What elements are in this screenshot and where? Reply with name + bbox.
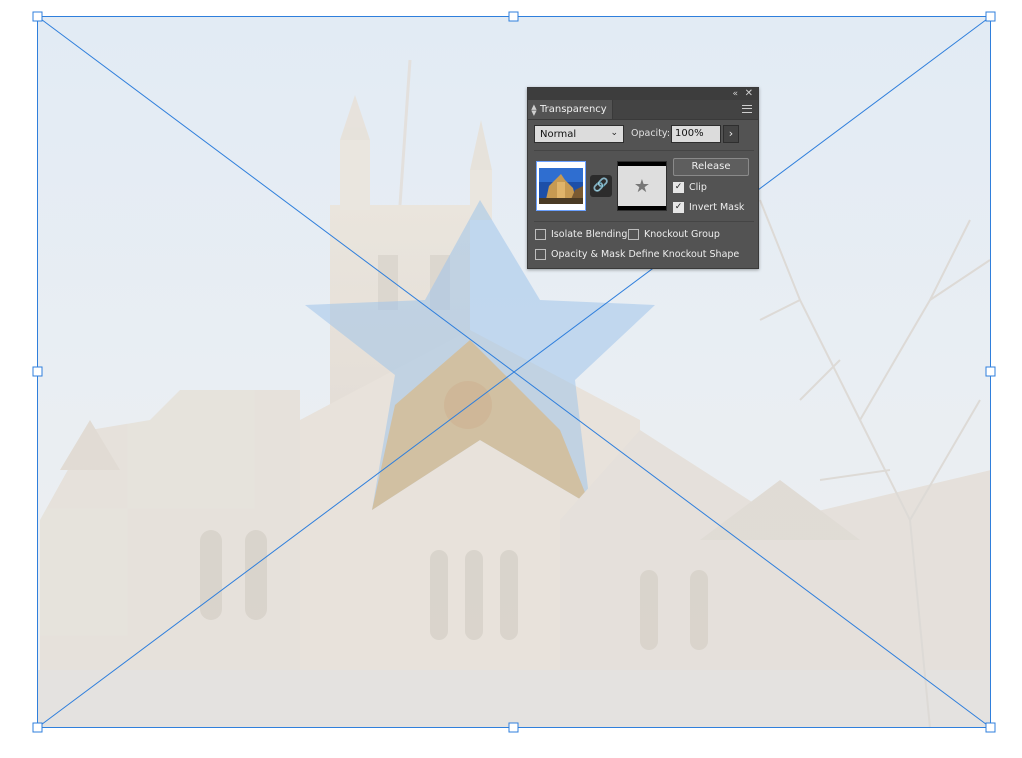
divider <box>534 221 754 222</box>
isolate-blending-option[interactable]: Isolate Blending <box>535 229 627 240</box>
handle-top-left <box>32 11 43 22</box>
document-canvas[interactable] <box>0 0 1022 758</box>
opacity-mask-knockout-option[interactable]: Opacity & Mask Define Knockout Shape <box>535 249 739 260</box>
clip-label: Clip <box>689 182 707 193</box>
release-button[interactable]: Release <box>673 158 749 176</box>
blend-mode-value: Normal <box>540 128 577 140</box>
opacity-mask-knockout-label: Opacity & Mask Define Knockout Shape <box>551 249 740 260</box>
close-icon[interactable]: ✕ <box>745 88 753 100</box>
tab-transparency[interactable]: ▲ ▼ Transparency <box>528 100 613 119</box>
opacity-slider-button[interactable]: › <box>723 125 739 143</box>
collapse-icon[interactable]: « <box>732 88 738 100</box>
knockout-group-label: Knockout Group <box>644 229 720 240</box>
blend-mode-select[interactable]: Normal ⌄ <box>534 125 624 143</box>
panel-titlebar[interactable]: « ✕ <box>528 88 758 100</box>
handle-middle-left <box>32 366 43 377</box>
knockout-group-option[interactable]: Knockout Group <box>628 229 720 240</box>
handle-top-right <box>985 11 996 22</box>
isolate-blending-checkbox[interactable] <box>535 229 546 240</box>
isolate-blending-label: Isolate Blending <box>551 229 628 240</box>
blend-opacity-row: Normal ⌄ Opacity: 100% › <box>534 125 754 143</box>
knockout-group-checkbox[interactable] <box>628 229 639 240</box>
opacity-mask-thumbnail[interactable]: ★ <box>617 161 667 211</box>
handle-bottom-center <box>508 722 519 733</box>
link-mask-icon[interactable]: 🔗 <box>590 175 612 197</box>
clip-option[interactable]: ✓ Clip <box>673 182 707 193</box>
invert-mask-checkbox[interactable]: ✓ <box>673 202 684 213</box>
tab-expand-icon[interactable]: ▲ ▼ <box>528 103 540 116</box>
opacity-mask-knockout-checkbox[interactable] <box>535 249 546 260</box>
photo-thumbnail-image <box>539 168 583 204</box>
artwork <box>32 11 996 733</box>
invert-mask-label: Invert Mask <box>689 202 745 213</box>
tab-label: Transparency <box>540 104 607 115</box>
clip-checkbox[interactable]: ✓ <box>673 182 684 193</box>
panel-tab-row: ▲ ▼ Transparency <box>528 100 758 120</box>
handle-bottom-left <box>32 722 43 733</box>
invert-mask-option[interactable]: ✓ Invert Mask <box>673 202 744 213</box>
star-icon: ★ <box>618 166 666 206</box>
panel-menu-icon[interactable] <box>742 105 752 113</box>
transparency-panel: « ✕ ▲ ▼ Transparency Normal ⌄ Opacity: 10… <box>527 87 759 269</box>
chevron-down-icon: ⌄ <box>610 128 618 138</box>
handle-top-center <box>508 11 519 22</box>
handle-bottom-right <box>985 722 996 733</box>
opacity-input[interactable]: 100% <box>671 125 721 143</box>
handle-middle-right <box>985 366 996 377</box>
divider <box>534 150 754 151</box>
opacity-label: Opacity: <box>631 128 671 139</box>
artwork-thumbnail[interactable] <box>536 161 586 211</box>
